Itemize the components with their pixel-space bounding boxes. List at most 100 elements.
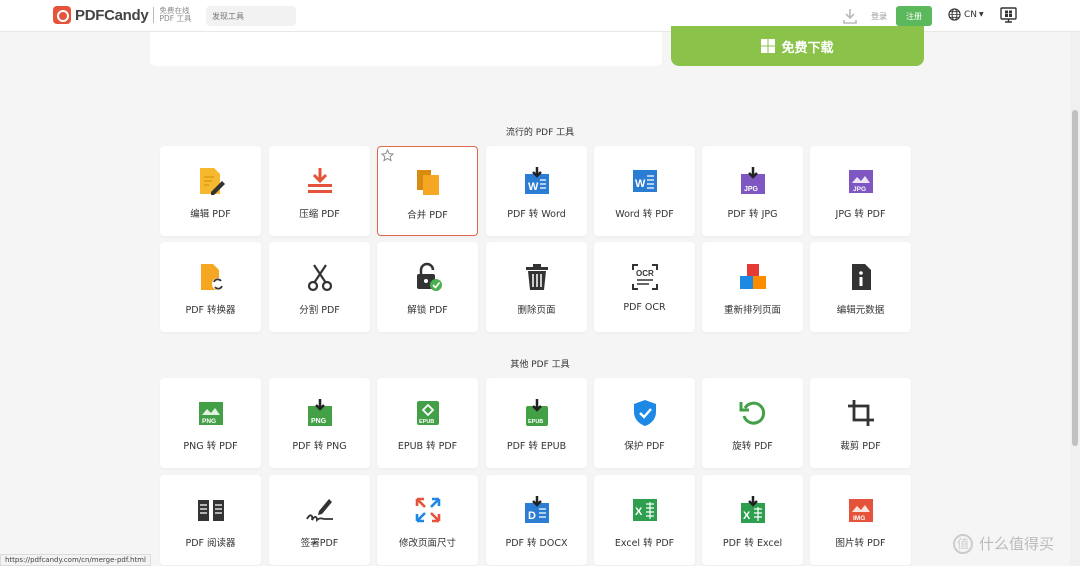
desktop-app-icon[interactable] — [1000, 7, 1017, 23]
tool-card-jpg-to-pdf[interactable]: JPG JPG 转 PDF — [810, 146, 911, 236]
tool-card-pdf-to-docx[interactable]: D PDF 转 DOCX — [486, 475, 587, 565]
tool-card-word-to-pdf[interactable]: W Word 转 PDF — [594, 146, 695, 236]
pdf-to-jpg-icon: JPG — [738, 166, 768, 196]
tool-card-pdf-to-png[interactable]: PNG PDF 转 PNG — [269, 378, 370, 468]
tool-card-sign-pdf[interactable]: 签署PDF — [269, 475, 370, 565]
free-download-button[interactable]: 免费下载 — [671, 26, 924, 66]
tool-card-merge-pdf[interactable]: 合并 PDF — [377, 146, 478, 236]
tool-label: 合并 PDF — [407, 210, 448, 221]
tool-card-pdf-to-epub[interactable]: EPUB PDF 转 EPUB — [486, 378, 587, 468]
tool-label: 编辑 PDF — [190, 209, 231, 220]
compress-pdf-icon — [305, 166, 335, 196]
popular-tools-title: 流行的 PDF 工具 — [505, 128, 575, 138]
logo-text: PDFCandy — [75, 6, 149, 24]
resize-icon — [413, 495, 443, 525]
tool-label: PDF 阅读器 — [185, 538, 236, 549]
tool-card-pdf-converter[interactable]: PDF 转换器 — [160, 242, 261, 332]
svg-text:W: W — [635, 178, 646, 190]
tool-label: 压缩 PDF — [299, 209, 340, 220]
tool-card-pdf-to-excel[interactable]: X PDF 转 Excel — [702, 475, 803, 565]
tool-label: 旋转 PDF — [732, 441, 773, 452]
epub-to-pdf-icon: EPUB — [413, 398, 443, 428]
svg-text:W: W — [528, 181, 539, 193]
jpg-to-pdf-icon: JPG — [846, 166, 876, 196]
tool-card-resize-pages[interactable]: 修改页面尺寸 — [377, 475, 478, 565]
svg-text:EPUB: EPUB — [419, 419, 434, 425]
register-button[interactable]: 注册 — [896, 6, 932, 26]
signature-icon — [305, 495, 335, 525]
tool-label: 图片转 PDF — [835, 538, 886, 549]
pdf-to-png-icon: PNG — [305, 398, 335, 428]
status-bar-url: https://pdfcandy.com/cn/merge-pdf.html — [0, 554, 151, 566]
tool-card-pdf-to-word[interactable]: W PDF 转 Word — [486, 146, 587, 236]
free-download-label: 免费下载 — [781, 40, 834, 56]
tool-card-unlock-pdf[interactable]: 解锁 PDF — [377, 242, 478, 332]
tool-label: 删除页面 — [517, 305, 556, 316]
tool-card-pdf-ocr[interactable]: OCR PDF OCR — [594, 242, 695, 332]
excel-to-pdf-icon: X — [630, 495, 660, 525]
watermark-text: 什么值得买 — [979, 535, 1055, 553]
tool-card-edit-metadata[interactable]: 编辑元数据 — [810, 242, 911, 332]
tool-label: PDF 转 Word — [507, 209, 566, 220]
tool-card-protect-pdf[interactable]: 保护 PDF — [594, 378, 695, 468]
tool-card-pdf-to-jpg[interactable]: JPG PDF 转 JPG — [702, 146, 803, 236]
globe-icon — [948, 8, 961, 21]
rearrange-pages-icon — [738, 262, 768, 292]
scrollbar-thumb[interactable] — [1072, 110, 1078, 446]
tool-label: 签署PDF — [300, 538, 339, 549]
tool-card-png-to-pdf[interactable]: PNG PNG 转 PDF — [160, 378, 261, 468]
tool-card-pdf-reader[interactable]: PDF 阅读器 — [160, 475, 261, 565]
tool-label: PDF 转 DOCX — [505, 538, 568, 549]
pdf-to-docx-icon: D — [522, 495, 552, 525]
image-to-pdf-icon: IMG — [846, 495, 876, 525]
svg-text:OCR: OCR — [636, 269, 654, 278]
tool-label: 编辑元数据 — [836, 305, 885, 316]
chevron-down-icon: ▼ — [979, 11, 984, 18]
book-icon — [196, 495, 226, 525]
star-icon[interactable] — [381, 149, 394, 162]
tool-label: PDF 转 Excel — [722, 538, 783, 549]
crop-icon — [846, 398, 876, 428]
edit-pdf-icon — [196, 166, 226, 196]
shield-icon — [630, 398, 660, 428]
tool-label: PDF 转 JPG — [727, 209, 778, 220]
tool-card-rearrange-pages[interactable]: 重新排列页面 — [702, 242, 803, 332]
tool-card-epub-to-pdf[interactable]: EPUB EPUB 转 PDF — [377, 378, 478, 468]
rotate-icon — [738, 398, 768, 428]
svg-text:D: D — [528, 510, 536, 522]
tool-card-split-pdf[interactable]: 分割 PDF — [269, 242, 370, 332]
tool-card-crop-pdf[interactable]: 裁剪 PDF — [810, 378, 911, 468]
logo-divider — [153, 7, 155, 23]
tool-label: PDF 转 PNG — [292, 441, 347, 452]
pdf-converter-icon — [196, 262, 226, 292]
pdfcandy-logo-icon — [53, 6, 71, 24]
svg-text:PNG: PNG — [311, 418, 327, 425]
windows-icon — [761, 39, 776, 53]
tool-card-excel-to-pdf[interactable]: X Excel 转 PDF — [594, 475, 695, 565]
tool-label: 保护 PDF — [624, 441, 665, 452]
tool-label: 裁剪 PDF — [840, 441, 881, 452]
pdf-to-excel-icon: X — [738, 495, 768, 525]
svg-text:IMG: IMG — [853, 515, 865, 522]
tool-label: 重新排列页面 — [723, 305, 781, 316]
tool-card-rotate-pdf[interactable]: 旋转 PDF — [702, 378, 803, 468]
hero-card — [150, 32, 662, 66]
language-selector[interactable]: CN ▼ — [948, 8, 984, 21]
tool-card-image-to-pdf[interactable]: IMG 图片转 PDF — [810, 475, 911, 565]
tool-card-compress-pdf[interactable]: 压缩 PDF — [269, 146, 370, 236]
tool-label: EPUB 转 PDF — [397, 441, 458, 452]
split-pdf-icon — [305, 262, 335, 292]
svg-text:X: X — [635, 506, 643, 518]
download-icon[interactable] — [843, 8, 857, 24]
tool-label: 修改页面尺寸 — [398, 538, 456, 549]
logo[interactable]: PDFCandy 免费在线 PDF 工具 — [53, 6, 193, 24]
login-link[interactable]: 登录 — [871, 11, 887, 22]
pdf-ocr-icon: OCR — [630, 262, 660, 292]
png-to-pdf-icon: PNG — [196, 398, 226, 428]
tool-label: JPG 转 PDF — [835, 209, 886, 220]
tool-card-edit-pdf[interactable]: 编辑 PDF — [160, 146, 261, 236]
tool-card-delete-pages[interactable]: 删除页面 — [486, 242, 587, 332]
language-label: CN — [964, 9, 978, 20]
other-tools-title: 其他 PDF 工具 — [510, 360, 570, 370]
search-input[interactable] — [206, 6, 296, 26]
